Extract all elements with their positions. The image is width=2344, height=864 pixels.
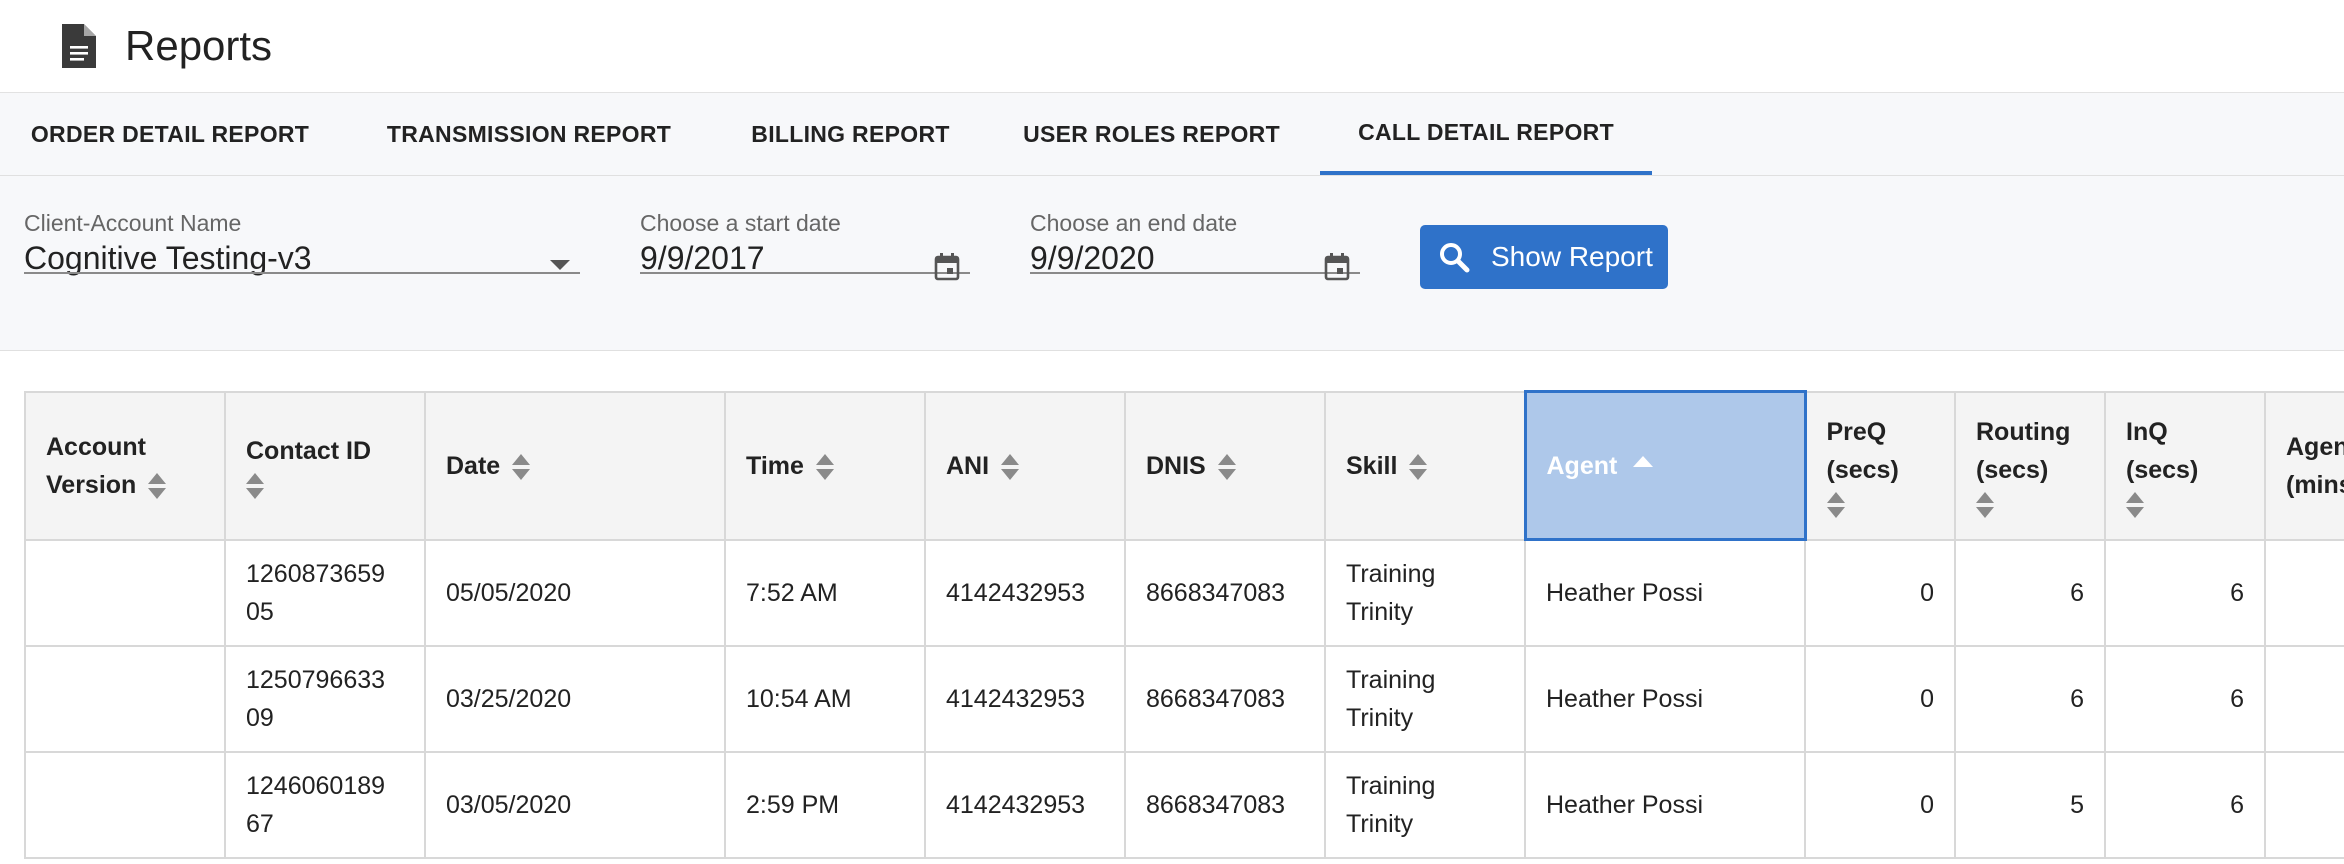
cell-dnis: 8668347083 bbox=[1124, 538, 1326, 647]
page-title: Reports bbox=[125, 22, 273, 69]
col-agent-mins[interactable]: Agen(mins bbox=[2264, 390, 2344, 541]
sort-icon[interactable] bbox=[1409, 453, 1428, 481]
cell-date: 03/05/2020 bbox=[424, 750, 726, 859]
col-contact-id[interactable]: Contact ID bbox=[224, 390, 426, 541]
cell-date: 03/25/2020 bbox=[424, 644, 726, 753]
cell-preq: 0 bbox=[1804, 538, 1956, 647]
cell-ani: 4142432953 bbox=[924, 538, 1126, 647]
cell-agent-mins bbox=[2264, 538, 2344, 647]
tab-order-detail-report[interactable]: ORDER DETAIL REPORT bbox=[0, 93, 340, 175]
tab-transmission-report[interactable]: TRANSMISSION REPORT bbox=[340, 93, 718, 175]
cell-skill: Training Trinity bbox=[1324, 538, 1526, 647]
cell-dnis: 8668347083 bbox=[1124, 644, 1326, 753]
col-date[interactable]: Date bbox=[424, 390, 726, 541]
col-account-version[interactable]: Account Version bbox=[24, 390, 226, 541]
tab-call-detail-report[interactable]: CALL DETAIL REPORT bbox=[1320, 93, 1652, 175]
cell-skill: Training Trinity bbox=[1324, 750, 1526, 859]
show-report-button[interactable]: Show Report bbox=[1420, 225, 1668, 289]
col-dnis[interactable]: DNIS bbox=[1124, 390, 1326, 541]
start-date-underline bbox=[640, 242, 970, 274]
cell-account-version bbox=[24, 538, 226, 647]
cell-skill: Training Trinity bbox=[1324, 644, 1526, 753]
col-routing-secs[interactable]: Routing (secs) bbox=[1954, 390, 2106, 541]
sort-icon[interactable] bbox=[246, 472, 264, 500]
sort-icon[interactable] bbox=[1217, 453, 1236, 481]
document-icon bbox=[62, 24, 96, 68]
sort-ascending-icon[interactable] bbox=[1633, 456, 1654, 468]
page-header: Reports bbox=[0, 0, 2344, 93]
cell-routing: 6 bbox=[1954, 644, 2106, 753]
table-header-row: Account Version Contact ID Date Time ANI … bbox=[24, 390, 2344, 541]
cell-routing: 5 bbox=[1954, 750, 2106, 859]
client-account-label: Client-Account Name bbox=[24, 210, 242, 236]
table-row[interactable]: 1250796633 09 03/25/2020 10:54 AM 4142432… bbox=[24, 644, 2344, 753]
cell-agent: Heather Possi bbox=[1524, 644, 1806, 753]
cell-contact-id: 1250796633 09 bbox=[224, 644, 426, 753]
cell-agent: Heather Possi bbox=[1524, 750, 1806, 859]
report-filters: Client-Account Name Cognitive Testing-v3… bbox=[0, 176, 2344, 351]
table-row[interactable]: 1246060189 67 03/05/2020 2:59 PM 41424329… bbox=[24, 750, 2344, 859]
cell-inq: 6 bbox=[2104, 750, 2266, 859]
sort-icon[interactable] bbox=[2126, 491, 2144, 519]
calendar-icon[interactable] bbox=[934, 253, 960, 281]
tab-billing-report[interactable]: BILLING REPORT bbox=[718, 93, 983, 175]
sort-icon[interactable] bbox=[815, 453, 834, 481]
call-detail-table: Account Version Contact ID Date Time ANI … bbox=[24, 390, 2344, 864]
cell-agent-mins bbox=[2264, 750, 2344, 859]
cell-ani: 4142432953 bbox=[924, 750, 1126, 859]
cell-time: 7:52 AM bbox=[724, 538, 926, 647]
sort-icon[interactable] bbox=[1826, 491, 1845, 519]
start-date-label: Choose a start date bbox=[640, 210, 841, 236]
end-date-label: Choose an end date bbox=[1030, 210, 1238, 236]
cell-agent-mins bbox=[2264, 644, 2344, 753]
col-time[interactable]: Time bbox=[724, 390, 926, 541]
cell-time: 10:54 AM bbox=[724, 644, 926, 753]
cell-preq: 0 bbox=[1804, 750, 1956, 859]
col-ani[interactable]: ANI bbox=[924, 390, 1126, 541]
calendar-icon[interactable] bbox=[1324, 253, 1350, 281]
show-report-label: Show Report bbox=[1491, 241, 1653, 272]
cell-date: 05/05/2020 bbox=[424, 538, 726, 647]
table-row[interactable]: 1260873659 05 05/05/2020 7:52 AM 41424329… bbox=[24, 538, 2344, 647]
cell-agent: Heather Possi bbox=[1524, 538, 1806, 647]
col-agent[interactable]: Agent bbox=[1523, 390, 1807, 541]
cell-preq: 0 bbox=[1804, 644, 1956, 753]
col-preq-secs[interactable]: PreQ (secs) bbox=[1804, 390, 1956, 541]
sort-icon[interactable] bbox=[148, 472, 167, 500]
client-account-underline bbox=[24, 242, 580, 274]
chevron-down-icon[interactable] bbox=[550, 260, 570, 270]
cell-contact-id: 1246060189 67 bbox=[224, 750, 426, 859]
sort-icon[interactable] bbox=[1001, 453, 1020, 481]
cell-inq: 6 bbox=[2104, 538, 2266, 647]
sort-icon[interactable] bbox=[1976, 491, 1994, 519]
sort-icon[interactable] bbox=[512, 453, 531, 481]
cell-ani: 4142432953 bbox=[924, 644, 1126, 753]
cell-account-version bbox=[24, 644, 226, 753]
tab-user-roles-report[interactable]: USER ROLES REPORT bbox=[983, 93, 1320, 175]
cell-contact-id: 1260873659 05 bbox=[224, 538, 426, 647]
end-date-underline bbox=[1030, 242, 1360, 274]
cell-routing: 6 bbox=[1954, 538, 2106, 647]
cell-inq: 6 bbox=[2104, 644, 2266, 753]
report-tabs: ORDER DETAIL REPORT TRANSMISSION REPORT … bbox=[0, 93, 2344, 176]
search-icon bbox=[1440, 243, 1470, 273]
cell-account-version bbox=[24, 750, 226, 859]
col-skill[interactable]: Skill bbox=[1324, 390, 1526, 541]
col-inq-secs[interactable]: InQ (secs) bbox=[2104, 390, 2266, 541]
cell-time: 2:59 PM bbox=[724, 750, 926, 859]
cell-dnis: 8668347083 bbox=[1124, 750, 1326, 859]
